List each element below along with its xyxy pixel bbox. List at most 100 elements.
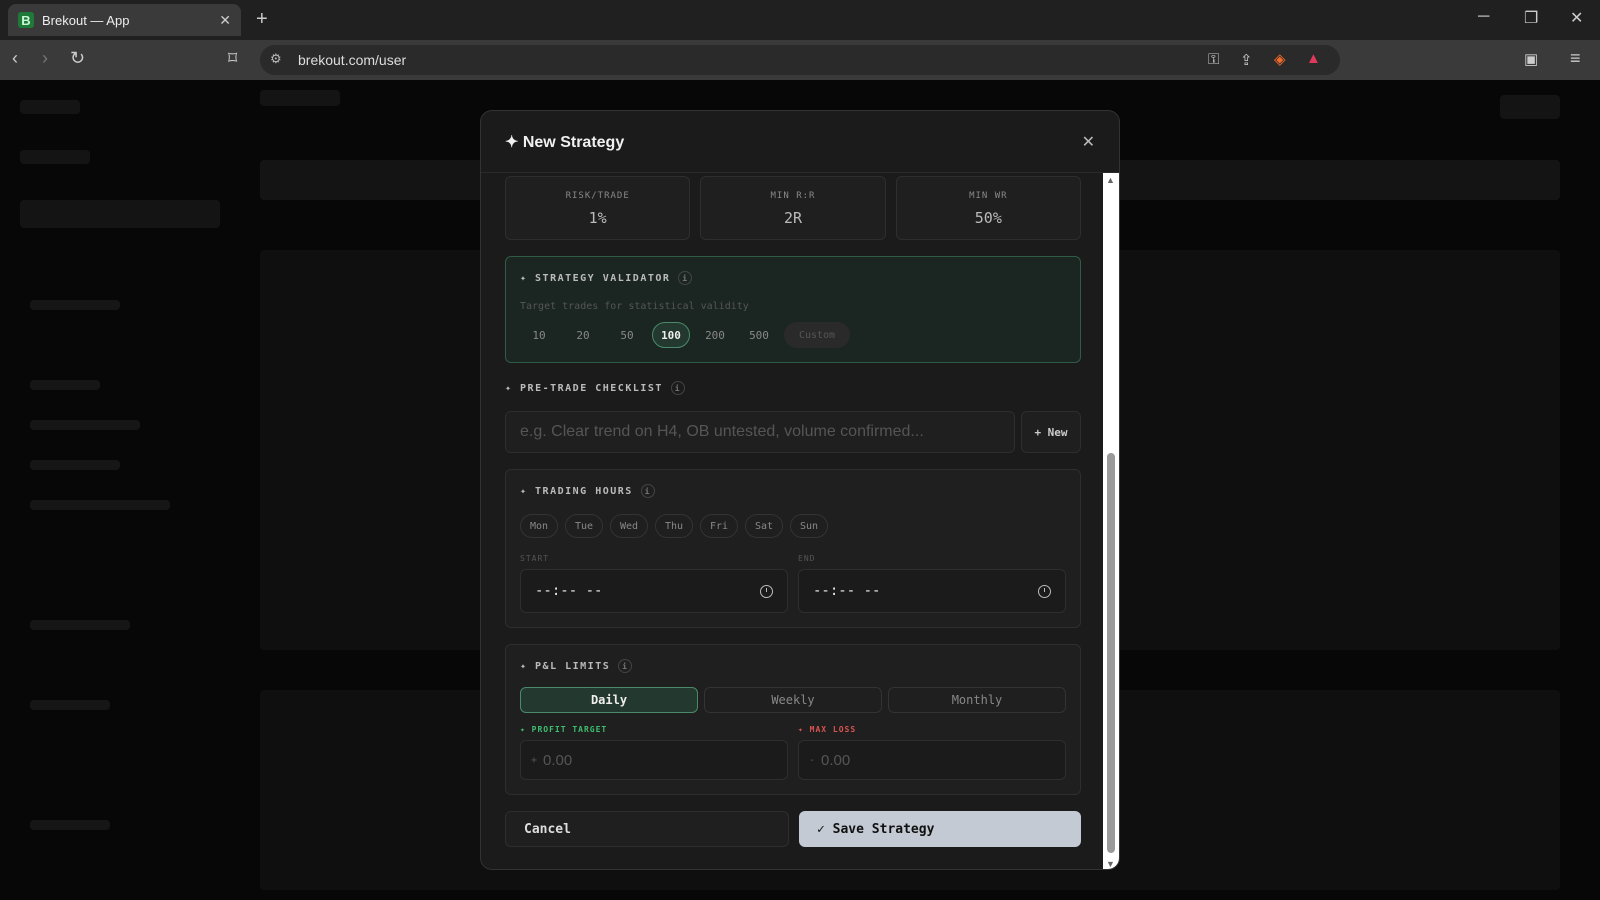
day-thu[interactable]: Thu	[655, 514, 693, 538]
bookmark-icon[interactable]: ⌑	[228, 48, 237, 69]
clock-icon[interactable]	[1038, 584, 1051, 598]
validator-subtitle: Target trades for statistical validity	[520, 301, 749, 312]
cancel-button[interactable]: Cancel	[505, 811, 789, 847]
scroll-up-icon[interactable]: ▲	[1106, 175, 1115, 185]
minus-sign: -	[809, 754, 816, 766]
validator-option-100[interactable]: 100	[652, 322, 690, 348]
stat-value: 2R	[783, 209, 803, 227]
start-time-input[interactable]: --:-- --	[520, 569, 788, 613]
modal-scrollbar[interactable]: ▲ ▼	[1103, 173, 1119, 869]
reading-list-icon[interactable]: ▣	[1524, 50, 1538, 68]
validator-option-200[interactable]: 200	[696, 322, 734, 348]
stat-label: RISK/TRADE	[565, 191, 630, 201]
profit-target-placeholder: 0.00	[543, 751, 573, 769]
minimize-icon[interactable]: ─	[1478, 8, 1489, 26]
day-sat[interactable]: Sat	[745, 514, 783, 538]
forward-icon[interactable]: ›	[42, 48, 48, 69]
scroll-down-icon[interactable]: ▼	[1106, 859, 1115, 869]
max-loss-label: ✦ MAX LOSS	[798, 725, 857, 734]
save-strategy-button[interactable]: ✓ Save Strategy	[799, 811, 1081, 847]
end-label: END	[798, 554, 816, 563]
modal-title: ✦ New Strategy	[505, 133, 625, 151]
period-monthly[interactable]: Monthly	[888, 687, 1066, 713]
info-icon[interactable]: i	[670, 381, 685, 395]
url-text: brekout.com/user	[298, 52, 407, 68]
stat-risk-trade: RISK/TRADE 1%	[505, 176, 691, 240]
clock-icon[interactable]	[760, 584, 773, 598]
stat-value: 50%	[974, 209, 1002, 227]
backdrop-line	[30, 460, 120, 470]
backdrop-sidebar-item	[20, 200, 220, 228]
start-label: START	[520, 554, 550, 563]
info-icon[interactable]: i	[678, 271, 693, 285]
profit-target-label: ✦ PROFIT TARGET	[520, 725, 608, 734]
stat-label: MIN R:R	[770, 191, 816, 201]
pnl-heading: ✦ P&L LIMITS i	[520, 659, 1066, 673]
new-tab-icon[interactable]: +	[256, 8, 268, 31]
profit-target-input[interactable]: + 0.00	[520, 740, 788, 780]
backdrop-line	[30, 700, 110, 710]
day-tue[interactable]: Tue	[565, 514, 603, 538]
menu-icon[interactable]: ≡	[1570, 48, 1581, 69]
validator-option-500[interactable]: 500	[740, 322, 778, 348]
day-wed[interactable]: Wed	[610, 514, 648, 538]
stat-min-wr: MIN WR 50%	[895, 176, 1081, 240]
validator-title: ✦ STRATEGY VALIDATOR	[520, 272, 671, 284]
period-weekly[interactable]: Weekly	[704, 687, 882, 713]
day-sun[interactable]: Sun	[790, 514, 828, 538]
validator-options: 10 20 50 100 200 500 Custom	[520, 322, 1066, 348]
site-settings-icon[interactable]: ⚙	[270, 51, 282, 67]
brave-shield-icon[interactable]: ◈	[1274, 50, 1286, 68]
app-favicon-icon: B	[18, 12, 34, 28]
back-icon[interactable]: ‹	[12, 48, 18, 69]
tab-title: Brekout — App	[42, 12, 130, 28]
modal-close-icon[interactable]: ✕	[1082, 132, 1095, 152]
key-icon[interactable]: ⚿	[1208, 51, 1219, 68]
backdrop-line	[30, 300, 120, 310]
backdrop-line	[30, 420, 140, 430]
backdrop-logo	[20, 100, 80, 114]
checklist-heading: ✦ PRE-TRADE CHECKLIST i	[505, 381, 1081, 395]
tab-close-icon[interactable]: ✕	[219, 12, 231, 29]
max-loss-placeholder: 0.00	[821, 751, 851, 769]
plus-sign: +	[531, 754, 538, 766]
validator-option-10[interactable]: 10	[520, 322, 558, 348]
maximize-icon[interactable]: ❐	[1524, 8, 1538, 28]
browser-nav-bar: ‹ › ↻ ⌑ ⚙ brekout.com/user ⚿ ⇪ ◈ ▲ ▣ ≡	[0, 40, 1600, 80]
modal-footer: Cancel ✓ Save Strategy	[505, 811, 1081, 847]
stat-label: MIN WR	[969, 191, 1008, 201]
address-bar[interactable]: ⚙ brekout.com/user ⚿ ⇪ ◈ ▲	[260, 45, 1340, 75]
max-loss-input[interactable]: - 0.00	[798, 740, 1066, 780]
backdrop-sidebar-item	[20, 150, 90, 164]
checklist-input[interactable]: e.g. Clear trend on H4, OB untested, vol…	[505, 411, 1015, 453]
share-icon[interactable]: ⇪	[1240, 51, 1253, 69]
browser-tab-bar: B Brekout — App ✕ + ─ ❐ ✕	[0, 0, 1600, 40]
period-daily[interactable]: Daily	[520, 687, 698, 713]
validator-heading: ✦ STRATEGY VALIDATOR i	[520, 271, 1066, 285]
browser-tab[interactable]: B Brekout — App ✕	[8, 4, 241, 36]
day-fri[interactable]: Fri	[700, 514, 738, 538]
validator-custom-input[interactable]: Custom	[784, 322, 850, 348]
backdrop-line	[30, 820, 110, 830]
end-time-value: --:-- --	[813, 583, 881, 599]
backdrop-line	[30, 380, 100, 390]
strategy-validator-card: ✦ STRATEGY VALIDATOR i Target trades for…	[505, 256, 1081, 363]
trading-hours-card: ✦ TRADING HOURS i Mon Tue Wed Thu Fri Sa…	[505, 469, 1081, 628]
stat-min-rr: MIN R:R 2R	[700, 176, 886, 240]
reload-icon[interactable]: ↻	[70, 48, 85, 69]
end-time-input[interactable]: --:-- --	[798, 569, 1066, 613]
hours-title: ✦ TRADING HOURS	[520, 485, 633, 497]
validator-option-50[interactable]: 50	[608, 322, 646, 348]
scroll-thumb[interactable]	[1107, 453, 1115, 853]
info-icon[interactable]: i	[618, 659, 633, 673]
add-checklist-item-button[interactable]: + New	[1021, 411, 1081, 453]
validator-option-20[interactable]: 20	[564, 322, 602, 348]
pnl-limits-card: ✦ P&L LIMITS i Daily Weekly Monthly ✦ PR…	[505, 644, 1081, 795]
modal-body: RISK/TRADE 1% MIN R:R 2R MIN WR 50% ✦ ST…	[505, 176, 1081, 847]
day-selector: Mon Tue Wed Thu Fri Sat Sun	[520, 514, 1066, 538]
day-mon[interactable]: Mon	[520, 514, 558, 538]
backdrop-line	[30, 620, 130, 630]
info-icon[interactable]: i	[640, 484, 655, 498]
rewards-icon[interactable]: ▲	[1306, 50, 1321, 67]
window-close-icon[interactable]: ✕	[1570, 8, 1583, 28]
